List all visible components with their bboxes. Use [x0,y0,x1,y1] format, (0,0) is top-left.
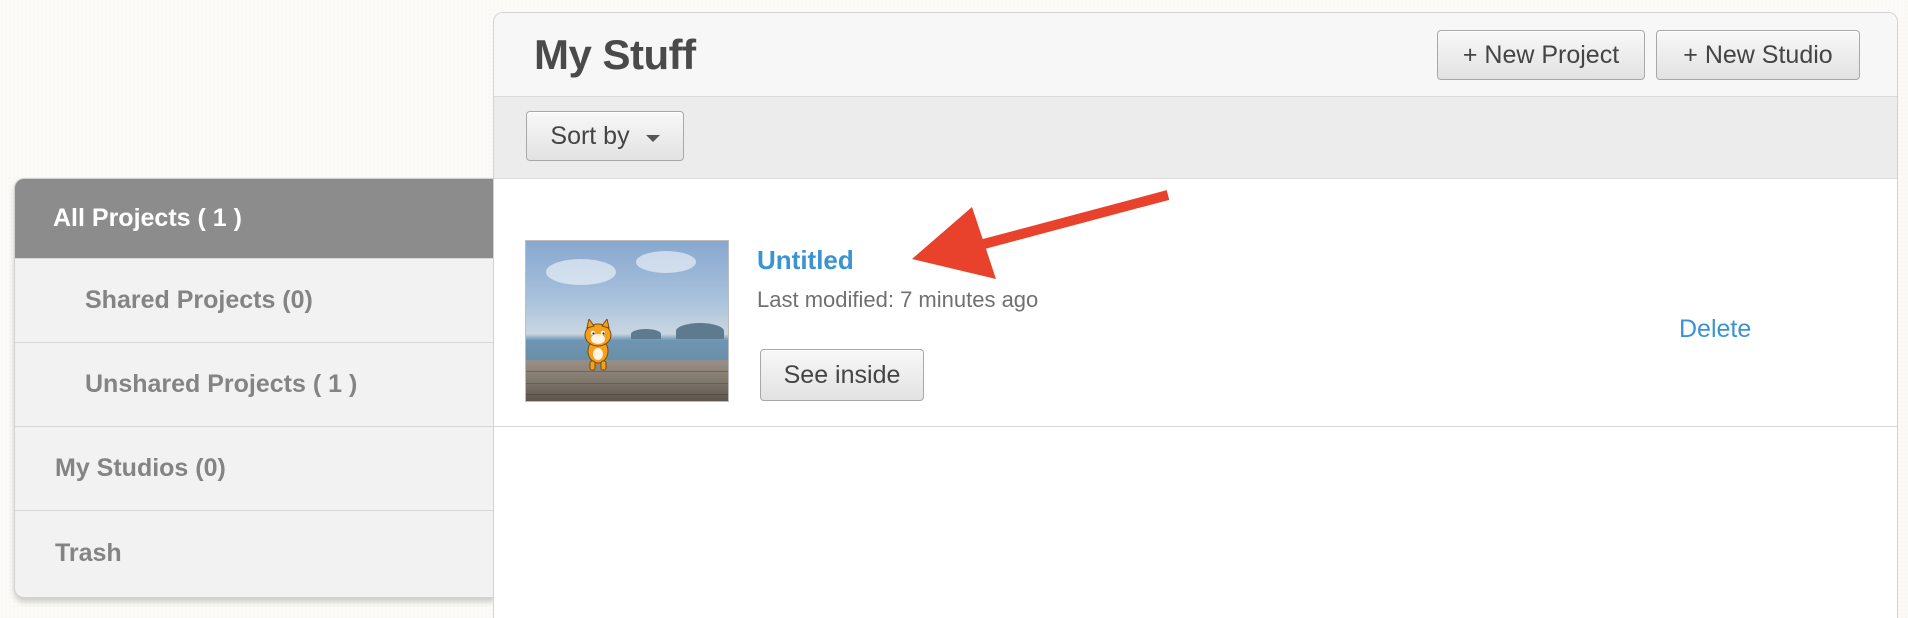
scratch-cat-icon [584,319,612,371]
sidebar-item-label: All Projects ( 1 ) [53,204,242,232]
new-studio-button[interactable]: + New Studio [1656,30,1860,80]
sort-by-dropdown[interactable]: Sort by [526,111,684,161]
page-header: My Stuff + New Project + New Studio [494,13,1897,97]
cloud-shape [546,259,616,285]
cloud-shape [636,251,696,273]
chevron-down-icon [645,134,660,142]
project-list-item: Untitled Last modified: 7 minutes ago Se… [494,179,1897,427]
project-title-link[interactable]: Untitled [757,245,854,276]
sidebar-item-shared-projects[interactable]: Shared Projects (0) [15,259,493,343]
project-thumbnail[interactable] [525,240,729,402]
sort-by-label: Sort by [550,121,630,150]
plank-line [526,371,728,372]
toolbar: Sort by [494,97,1897,179]
sidebar-item-trash[interactable]: Trash [15,511,493,595]
sidebar-item-label: Shared Projects (0) [85,286,313,314]
sidebar-item-my-studios[interactable]: My Studios (0) [15,427,493,511]
project-modified-time: Last modified: 7 minutes ago [757,287,1039,312]
sidebar-item-unshared-projects[interactable]: Unshared Projects ( 1 ) [15,343,493,427]
sidebar-item-label: Trash [55,538,122,567]
sidebar-item-label: My Studios (0) [55,454,226,482]
island-shape [676,323,724,339]
island-shape [631,329,661,339]
sidebar-item-label: Unshared Projects ( 1 ) [85,370,358,398]
main-panel: My Stuff + New Project + New Studio Sort… [493,12,1898,618]
page-title: My Stuff [534,31,696,78]
plank-line [526,394,728,395]
see-inside-button[interactable]: See inside [760,349,924,401]
sidebar-item-all-projects[interactable]: All Projects ( 1 ) [15,179,493,259]
delete-link[interactable]: Delete [1679,315,1751,344]
sidebar: All Projects ( 1 ) Shared Projects (0) U… [14,178,494,598]
plank-line [526,383,728,384]
new-project-button[interactable]: + New Project [1437,30,1645,80]
